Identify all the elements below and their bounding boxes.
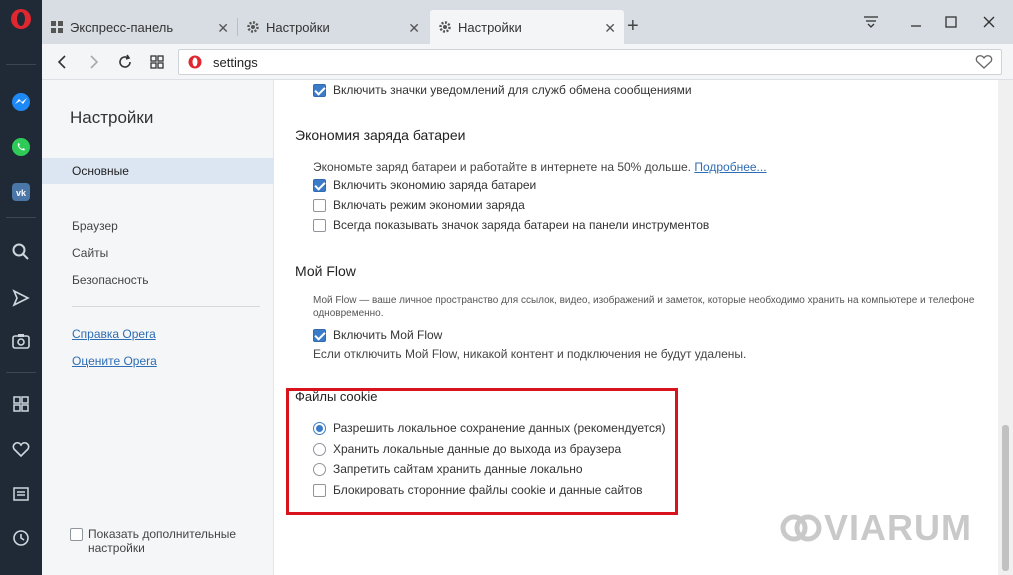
content-scrollbar[interactable] xyxy=(998,80,1013,575)
forward-button[interactable] xyxy=(84,52,104,72)
nav-item-security[interactable]: Безопасность xyxy=(42,267,274,293)
battery-mode-checkbox[interactable] xyxy=(313,198,326,212)
heart-icon[interactable] xyxy=(9,437,33,461)
messenger-icon[interactable] xyxy=(9,90,33,114)
cookie-session-radio[interactable] xyxy=(313,442,326,456)
reload-button[interactable] xyxy=(115,52,135,72)
close-icon[interactable]: ✕ xyxy=(217,20,229,37)
tab-settings-active[interactable]: Настройки ✕ xyxy=(430,10,624,44)
battery-saver-checkbox[interactable] xyxy=(313,178,326,192)
tab-label: Настройки xyxy=(266,19,330,35)
battery-section-title: Экономия заряда батареи xyxy=(295,127,466,143)
notifications-label: Включить значки уведомлений для служб об… xyxy=(333,83,692,97)
flow-description: Мой Flow — ваше личное пространство для … xyxy=(313,295,975,319)
opera-sidebar: vk xyxy=(0,0,42,575)
close-window-button[interactable] xyxy=(978,12,1000,32)
cookie-option-label: Хранить локальные данные до выхода из бр… xyxy=(333,442,622,456)
address-field[interactable]: settings xyxy=(178,49,1002,75)
opera-logo-icon[interactable] xyxy=(10,8,32,30)
watermark: VIARUM xyxy=(780,507,972,548)
battery-option-1[interactable]: Включить экономию заряда батареи xyxy=(313,176,536,194)
battery-option-label: Всегда показывать значок заряда батареи … xyxy=(333,218,710,232)
nav-item-basic[interactable]: Основные xyxy=(42,158,274,184)
tab-label: Экспресс-панель xyxy=(70,19,174,35)
url-text: settings xyxy=(213,55,258,70)
cookie-allow-radio[interactable] xyxy=(313,421,326,435)
tab-strip: Экспресс-панель ✕ Настройки ✕ Настройки … xyxy=(42,0,1013,44)
news-icon[interactable] xyxy=(9,482,33,506)
tab-label: Настройки xyxy=(458,19,522,35)
tab-settings[interactable]: Настройки ✕ xyxy=(238,10,428,44)
help-opera-link[interactable]: Справка Opera xyxy=(72,327,156,341)
gear-icon xyxy=(439,21,451,33)
grid-icon xyxy=(51,21,63,33)
tab-menu-icon[interactable] xyxy=(860,12,882,32)
third-party-cookie-checkbox[interactable] xyxy=(313,483,326,497)
vk-icon[interactable]: vk xyxy=(9,180,33,204)
send-icon[interactable] xyxy=(9,286,33,310)
flow-checkbox[interactable] xyxy=(313,328,326,342)
cookie-option-session[interactable]: Хранить локальные данные до выхода из бр… xyxy=(313,440,621,458)
opera-logo-icon xyxy=(188,55,202,69)
cookie-option-block[interactable]: Запретить сайтам хранить данные локально xyxy=(313,460,583,478)
cookie-section-title: Файлы cookie xyxy=(295,389,378,404)
flow-note: Если отключить Мой Flow, никакой контент… xyxy=(313,347,747,361)
battery-option-label: Включить экономию заряда батареи xyxy=(333,178,537,192)
back-button[interactable] xyxy=(52,52,72,72)
notifications-checkbox[interactable] xyxy=(313,83,326,97)
history-icon[interactable] xyxy=(9,526,33,550)
bookmark-heart-icon[interactable] xyxy=(975,54,993,70)
battery-more-link[interactable]: Подробнее... xyxy=(694,160,766,174)
minimize-button[interactable] xyxy=(905,12,927,32)
flow-enable-option[interactable]: Включить Мой Flow xyxy=(313,326,442,344)
grid-icon[interactable] xyxy=(9,392,33,416)
settings-sidebar: Настройки Основные Браузер Сайты Безопас… xyxy=(42,80,274,575)
show-advanced-settings[interactable]: Показать дополнительные настройки xyxy=(70,527,260,555)
flow-section-title: Мой Flow xyxy=(295,263,356,279)
battery-option-3[interactable]: Всегда показывать значок заряда батареи … xyxy=(313,216,709,234)
address-toolbar: settings xyxy=(42,44,1013,80)
cookie-option-label: Разрешить локальное сохранение данных (р… xyxy=(333,421,666,435)
svg-text:vk: vk xyxy=(16,188,27,198)
camera-icon[interactable] xyxy=(9,329,33,353)
sidebar-divider xyxy=(6,64,36,65)
nav-divider xyxy=(72,306,260,307)
whatsapp-icon[interactable] xyxy=(9,135,33,159)
cookie-third-party-option[interactable]: Блокировать сторонние файлы cookie и дан… xyxy=(313,481,643,499)
cookie-block-radio[interactable] xyxy=(313,462,326,476)
cookie-option-label: Запретить сайтам хранить данные локально xyxy=(333,462,583,476)
settings-content: Включить значки уведомлений для служб об… xyxy=(275,80,998,575)
notifications-option[interactable]: Включить значки уведомлений для служб об… xyxy=(313,81,692,99)
sidebar-divider xyxy=(6,217,36,218)
battery-option-label: Включать режим экономии заряда xyxy=(333,198,525,212)
viarum-logo-icon xyxy=(780,514,822,542)
rate-opera-link[interactable]: Оцените Opera xyxy=(72,354,157,368)
battery-description: Экономьте заряд батареи и работайте в ин… xyxy=(313,160,767,174)
new-tab-button[interactable]: + xyxy=(627,16,639,36)
advanced-label: Показать дополнительные настройки xyxy=(88,527,237,555)
close-icon[interactable]: ✕ xyxy=(604,20,616,37)
advanced-checkbox[interactable] xyxy=(70,528,83,541)
close-icon[interactable]: ✕ xyxy=(408,20,420,37)
search-icon[interactable] xyxy=(9,240,33,264)
tab-express-panel[interactable]: Экспресс-панель ✕ xyxy=(42,10,237,44)
gear-icon xyxy=(247,21,259,33)
cookie-option-allow[interactable]: Разрешить локальное сохранение данных (р… xyxy=(313,419,665,437)
maximize-button[interactable] xyxy=(940,12,962,32)
scrollbar-thumb[interactable] xyxy=(1002,425,1009,571)
settings-title: Настройки xyxy=(70,108,154,127)
battery-option-2[interactable]: Включать режим экономии заряда xyxy=(313,196,525,214)
sidebar-divider xyxy=(6,372,36,373)
nav-item-sites[interactable]: Сайты xyxy=(42,240,274,266)
third-party-label: Блокировать сторонние файлы cookie и дан… xyxy=(333,483,643,497)
battery-icon-checkbox[interactable] xyxy=(313,218,326,232)
flow-enable-label: Включить Мой Flow xyxy=(333,328,443,342)
watermark-text: VIARUM xyxy=(824,507,972,548)
speed-dial-grid-icon[interactable] xyxy=(147,52,167,72)
nav-item-browser[interactable]: Браузер xyxy=(42,213,274,239)
